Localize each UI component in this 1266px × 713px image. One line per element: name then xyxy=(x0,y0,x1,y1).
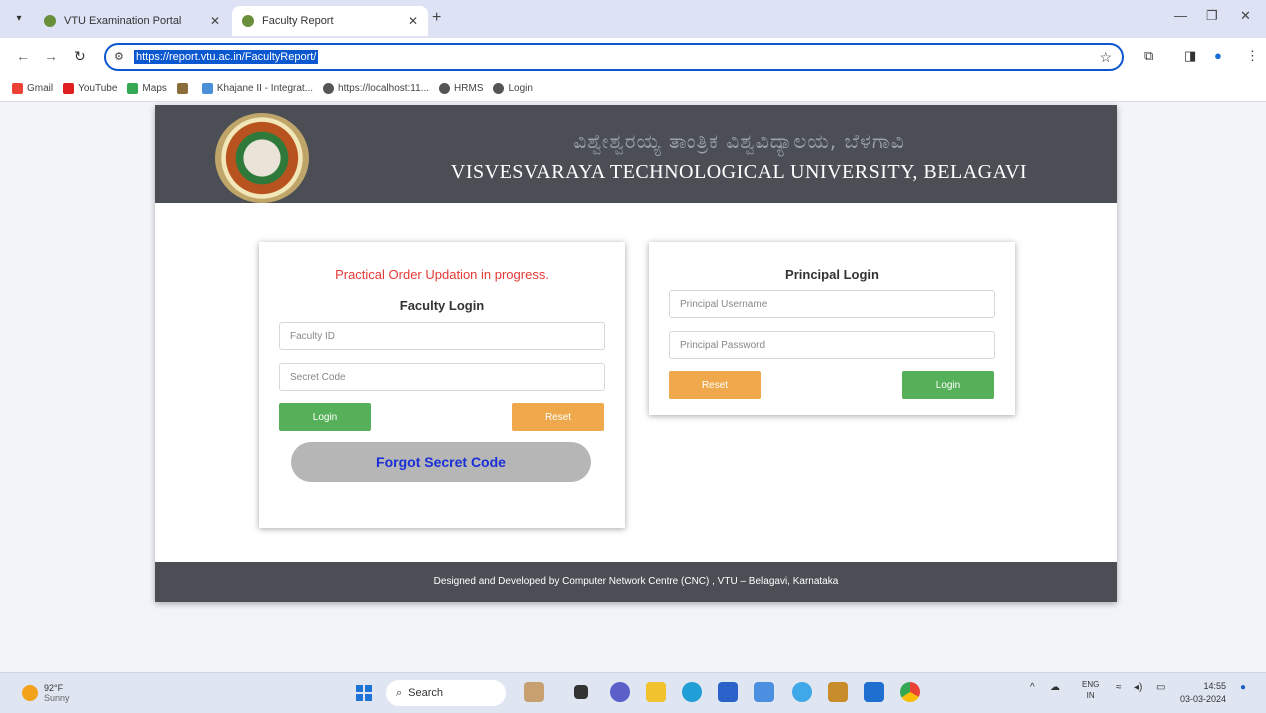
vtu-favicon-icon xyxy=(242,15,254,27)
secret-code-input[interactable] xyxy=(279,363,605,391)
language-indicator[interactable]: ENG IN xyxy=(1082,679,1099,701)
forward-icon[interactable]: → xyxy=(44,48,58,64)
bookmark-hrms[interactable]: HRMS xyxy=(439,83,483,94)
page-footer: Designed and Developed by Computer Netwo… xyxy=(155,562,1117,602)
globe-icon xyxy=(323,83,335,94)
faculty-login-title: Faculty Login xyxy=(399,298,485,313)
vtu-favicon-icon xyxy=(44,15,56,27)
file-explorer-icon[interactable] xyxy=(646,682,666,702)
emblem-app-icon[interactable] xyxy=(828,682,848,702)
faculty-login-button[interactable]: Login xyxy=(279,403,371,431)
faculty-login-panel: Practical Order Updation in progress. Fa… xyxy=(259,242,625,528)
bookmarks-bar: Gmail YouTube Maps Khajane II - Integrat… xyxy=(0,76,1266,102)
browser-toolbar: ← → ↻ ⚙ https://report.vtu.ac.in/Faculty… xyxy=(0,38,1266,76)
task-view-icon[interactable] xyxy=(574,685,588,699)
forgot-secret-code-button[interactable]: Forgot Secret Code xyxy=(291,442,591,482)
principal-password-input[interactable] xyxy=(669,331,995,359)
principal-reset-button[interactable]: Reset xyxy=(669,371,761,399)
edge-icon[interactable] xyxy=(682,682,702,702)
profile-icon[interactable]: ● xyxy=(1214,48,1222,63)
menu-icon[interactable]: ⋮ xyxy=(1246,48,1259,64)
university-header: ವಿಶ್ವೇಶ್ವರಯ್ಯ ತಾಂತ್ರಿಕ ವಿಶ್ವವಿದ್ಯಾಲಯ, ಬೆ… xyxy=(155,105,1117,203)
store-icon[interactable] xyxy=(718,682,738,702)
taskbar-search[interactable]: ⌕ Search xyxy=(386,680,506,706)
clock-date: 03-03-2024 xyxy=(1180,694,1227,704)
principal-username-input[interactable] xyxy=(669,290,995,318)
bookmark-maps[interactable]: Maps xyxy=(127,83,167,94)
cloud-icon[interactable]: ☁ xyxy=(1050,682,1060,693)
bookmark-emblem[interactable] xyxy=(176,83,192,94)
bookmark-youtube[interactable]: YouTube xyxy=(63,83,117,94)
close-window-icon[interactable]: ✕ xyxy=(1240,8,1251,24)
globe-icon xyxy=(493,83,505,94)
tab-faculty-report[interactable]: Faculty Report ✕ xyxy=(232,6,428,36)
tab-title: VTU Examination Portal xyxy=(64,15,182,27)
lang-code: ENG xyxy=(1082,680,1100,689)
region-code: IN xyxy=(1086,691,1095,700)
khajane-icon xyxy=(201,83,213,94)
back-icon[interactable]: ← xyxy=(16,48,30,64)
bookmark-gmail[interactable]: Gmail xyxy=(12,83,53,94)
gmail-icon xyxy=(12,83,23,94)
globe-icon xyxy=(439,83,451,94)
search-label: Search xyxy=(408,687,444,699)
extensions-icon[interactable]: ⧉ xyxy=(1144,48,1153,64)
chrome-icon[interactable] xyxy=(900,682,920,702)
volume-icon[interactable]: ◂) xyxy=(1134,682,1142,693)
close-tab-icon[interactable]: ✕ xyxy=(210,14,220,28)
emblem-icon xyxy=(176,83,188,94)
site-info-icon[interactable]: ⚙ xyxy=(114,50,124,63)
wifi-icon[interactable]: ≈ xyxy=(1116,682,1122,693)
url-text[interactable]: https://report.vtu.ac.in/FacultyReport/ xyxy=(134,50,319,64)
bookmark-khajane[interactable]: Khajane II - Integrat... xyxy=(201,83,313,94)
close-tab-icon[interactable]: ✕ xyxy=(408,14,418,28)
principal-login-button[interactable]: Login xyxy=(902,371,994,399)
portal-card: ವಿಶ್ವೇಶ್ವರಯ್ಯ ತಾಂತ್ರಿಕ ವಿಶ್ವವಿದ್ಯಾಲಯ, ಬೆ… xyxy=(155,105,1117,602)
principal-login-title: Principal Login xyxy=(785,267,879,282)
youtube-icon xyxy=(63,83,75,94)
browser-chrome: ▾ VTU Examination Portal ✕ Faculty Repor… xyxy=(0,0,1266,102)
faculty-reset-button[interactable]: Reset xyxy=(512,403,604,431)
app-icon[interactable] xyxy=(754,682,774,702)
bookmark-star-icon[interactable]: ☆ xyxy=(1099,49,1112,66)
vtu-logo-icon xyxy=(215,113,309,203)
restore-icon[interactable]: ❐ xyxy=(1206,8,1218,24)
tab-search-icon[interactable]: ▾ xyxy=(8,10,30,28)
new-tab-icon[interactable]: + xyxy=(432,9,441,27)
side-panel-icon[interactable]: ◨ xyxy=(1184,48,1196,64)
paint-icon[interactable] xyxy=(792,682,812,702)
tray-chevron-icon[interactable]: ^ xyxy=(1030,682,1035,693)
battery-icon[interactable]: ▭ xyxy=(1156,682,1165,693)
university-title: VISVESVARAYA TECHNOLOGICAL UNIVERSITY, B… xyxy=(450,161,1028,183)
weather-widget[interactable]: 92°F Sunny xyxy=(22,683,70,703)
maps-icon xyxy=(127,83,139,94)
notice-text: Practical Order Updation in progress. xyxy=(335,267,549,282)
reload-icon[interactable]: ↻ xyxy=(74,48,86,65)
bookmark-localhost[interactable]: https://localhost:11... xyxy=(323,83,429,94)
minimize-icon[interactable]: — xyxy=(1174,8,1187,23)
tab-vtu-examination-portal[interactable]: VTU Examination Portal ✕ xyxy=(34,6,230,36)
tab-title: Faculty Report xyxy=(262,15,334,27)
weather-desc: Sunny xyxy=(44,693,70,703)
people-app-icon[interactable] xyxy=(524,682,544,702)
chat-icon[interactable] xyxy=(610,682,630,702)
faculty-id-input[interactable] xyxy=(279,322,605,350)
bookmark-login[interactable]: Login xyxy=(493,83,533,94)
weather-temp: 92°F xyxy=(44,683,64,693)
tab-bar: ▾ VTU Examination Portal ✕ Faculty Repor… xyxy=(0,0,1266,38)
page-viewport: ವಿಶ್ವೇಶ್ವರಯ್ಯ ತಾಂತ್ರಿಕ ವಿಶ್ವವಿದ್ಯಾಲಯ, ಬೆ… xyxy=(0,102,1266,672)
windows-taskbar: 92°F Sunny ⌕ Search ^ ☁ ENG IN ≈ ◂) ▭ 14… xyxy=(0,672,1266,713)
notification-bell-icon[interactable]: ● xyxy=(1240,682,1246,693)
clock[interactable]: 14:55 03-03-2024 xyxy=(1180,680,1226,706)
search-icon: ⌕ xyxy=(396,686,403,699)
outlook-icon[interactable] xyxy=(864,682,884,702)
start-windows-icon[interactable] xyxy=(356,685,372,701)
kannada-title: ವಿಶ್ವೇಶ್ವರಯ್ಯ ತಾಂತ್ರಿಕ ವಿಶ್ವವಿದ್ಯಾಲಯ, ಬೆ… xyxy=(573,129,905,153)
principal-login-panel: Principal Login Reset Login xyxy=(649,242,1015,415)
clock-time: 14:55 xyxy=(1203,681,1227,691)
sun-icon xyxy=(22,685,38,701)
address-bar[interactable]: ⚙ https://report.vtu.ac.in/FacultyReport… xyxy=(104,43,1124,71)
